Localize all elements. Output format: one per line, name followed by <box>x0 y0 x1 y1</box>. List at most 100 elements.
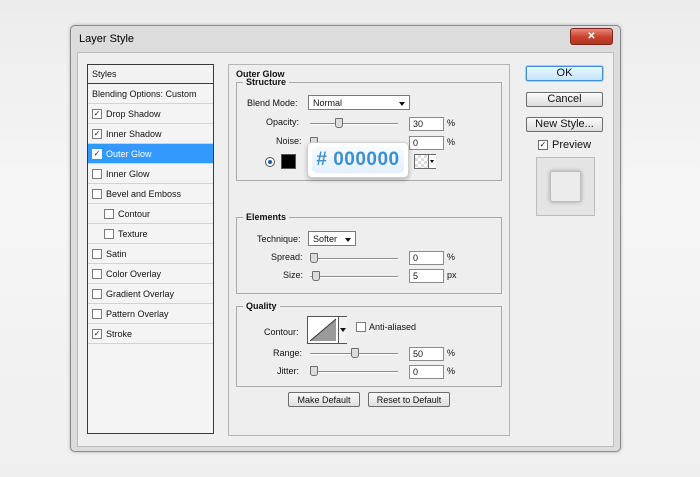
close-button[interactable]: ✕ <box>570 28 613 45</box>
chevron-down-icon <box>345 238 351 242</box>
gradient-dropdown[interactable] <box>428 155 436 168</box>
style-item-checkbox[interactable] <box>92 289 102 299</box>
opacity-input[interactable]: 30 <box>409 117 444 131</box>
styles-header-label: Styles <box>92 69 117 79</box>
style-item-drop-shadow[interactable]: ✓ Drop Shadow <box>88 104 213 124</box>
ok-button[interactable]: OK <box>526 66 603 81</box>
style-item-label: Bevel and Emboss <box>106 189 182 199</box>
styles-header[interactable]: Styles <box>88 65 213 84</box>
opacity-slider-track[interactable] <box>310 123 398 125</box>
style-item-label: Satin <box>106 249 127 259</box>
style-item-bevel-and-emboss[interactable]: Bevel and Emboss <box>88 184 213 204</box>
style-preview-box <box>536 157 595 216</box>
style-item-label: Pattern Overlay <box>106 309 169 319</box>
style-item-label: Contour <box>118 209 151 219</box>
noise-input[interactable]: 0 <box>409 136 444 150</box>
outer-glow-panel: Outer Glow Structure Blend Mode: Normal … <box>228 64 510 436</box>
blend-mode-select[interactable]: Normal <box>308 95 410 110</box>
checkmark-icon: ✓ <box>93 129 101 138</box>
contour-curve-icon <box>309 318 337 342</box>
style-item-checkbox[interactable] <box>92 189 102 199</box>
cancel-button[interactable]: Cancel <box>526 92 603 107</box>
style-item-texture[interactable]: Texture <box>88 224 213 244</box>
style-item-contour[interactable]: Contour <box>88 204 213 224</box>
make-default-button[interactable]: Make Default <box>288 392 360 407</box>
style-preview-swatch <box>550 171 581 202</box>
style-item-pattern-overlay[interactable]: Pattern Overlay <box>88 304 213 324</box>
jitter-slider-thumb[interactable] <box>310 366 318 376</box>
checkmark-icon: ✓ <box>539 140 547 149</box>
style-item-color-overlay[interactable]: Color Overlay <box>88 264 213 284</box>
style-item-checkbox[interactable]: ✓ <box>92 329 102 339</box>
jitter-input[interactable]: 0 <box>409 365 444 379</box>
preview-checkbox[interactable]: ✓ <box>538 140 548 150</box>
solid-color-radio[interactable] <box>265 157 275 167</box>
spread-slider-track[interactable] <box>310 258 398 260</box>
spread-slider-thumb[interactable] <box>310 253 318 263</box>
checkmark-icon: ✓ <box>93 109 101 118</box>
spread-input[interactable]: 0 <box>409 251 444 265</box>
style-item-blending-options-custom[interactable]: Blending Options: Custom <box>88 84 213 104</box>
style-item-checkbox[interactable] <box>92 249 102 259</box>
style-item-satin[interactable]: Satin <box>88 244 213 264</box>
range-input[interactable]: 50 <box>409 347 444 361</box>
style-item-checkbox[interactable]: ✓ <box>92 129 102 139</box>
noise-unit: % <box>447 137 456 147</box>
style-item-label: Blending Options: Custom <box>92 89 197 99</box>
style-item-outer-glow[interactable]: ✓ Outer Glow <box>88 144 213 164</box>
size-slider-track[interactable] <box>310 276 398 278</box>
style-item-label: Drop Shadow <box>106 109 161 119</box>
style-item-checkbox[interactable] <box>104 229 114 239</box>
style-item-inner-shadow[interactable]: ✓ Inner Shadow <box>88 124 213 144</box>
size-slider-thumb[interactable] <box>311 271 320 281</box>
style-item-inner-glow[interactable]: Inner Glow <box>88 164 213 184</box>
opacity-unit: % <box>447 118 456 128</box>
style-item-checkbox[interactable] <box>92 169 102 179</box>
style-item-stroke[interactable]: ✓ Stroke <box>88 324 213 344</box>
opacity-slider-thumb[interactable] <box>334 118 343 128</box>
style-item-checkbox[interactable] <box>104 209 114 219</box>
style-item-checkbox[interactable] <box>92 309 102 319</box>
jitter-label: Jitter: <box>277 366 300 376</box>
color-hex-text: # 000000 <box>312 147 404 173</box>
jitter-unit: % <box>447 366 456 376</box>
reset-to-default-button[interactable]: Reset to Default <box>368 392 450 407</box>
technique-select[interactable]: Softer <box>308 231 356 246</box>
spread-label: Spread: <box>271 252 303 262</box>
contour-dropdown[interactable] <box>338 317 347 343</box>
range-slider-thumb[interactable] <box>351 348 359 358</box>
chevron-down-icon <box>399 102 405 106</box>
style-item-checkbox[interactable]: ✓ <box>92 109 102 119</box>
size-label: Size: <box>283 270 304 280</box>
elements-title: Elements <box>243 212 290 222</box>
gradient-swatch[interactable] <box>414 154 436 169</box>
styles-list: Styles Blending Options: Custom ✓ Drop Sha… <box>87 64 214 434</box>
style-item-checkbox[interactable]: ✓ <box>92 149 102 159</box>
color-hex-callout: # 000000 <box>307 142 409 178</box>
style-item-label: Texture <box>118 229 148 239</box>
style-item-label: Inner Glow <box>106 169 150 179</box>
style-item-checkbox[interactable] <box>92 269 102 279</box>
checkmark-icon: ✓ <box>93 149 101 158</box>
technique-value: Softer <box>313 234 338 244</box>
structure-title: Structure <box>243 77 290 87</box>
preview-label: Preview <box>552 139 592 151</box>
anti-aliased-checkbox[interactable] <box>356 322 366 332</box>
blend-mode-label: Blend Mode: <box>247 98 298 108</box>
size-unit: px <box>447 270 457 280</box>
range-label: Range: <box>273 348 303 358</box>
radio-dot-icon <box>268 160 272 164</box>
style-item-gradient-overlay[interactable]: Gradient Overlay <box>88 284 213 304</box>
opacity-label: Opacity: <box>266 117 300 127</box>
quality-group <box>236 306 502 387</box>
glow-color-swatch[interactable] <box>281 154 296 169</box>
window-title: Layer Style <box>79 33 135 45</box>
style-item-label: Stroke <box>106 329 133 339</box>
close-icon: ✕ <box>587 31 596 42</box>
contour-picker[interactable] <box>307 316 347 344</box>
new-style-button[interactable]: New Style... <box>526 117 603 132</box>
jitter-slider-track[interactable] <box>310 371 398 373</box>
size-input[interactable]: 5 <box>409 269 444 283</box>
style-item-label: Gradient Overlay <box>106 289 175 299</box>
range-unit: % <box>447 348 456 358</box>
